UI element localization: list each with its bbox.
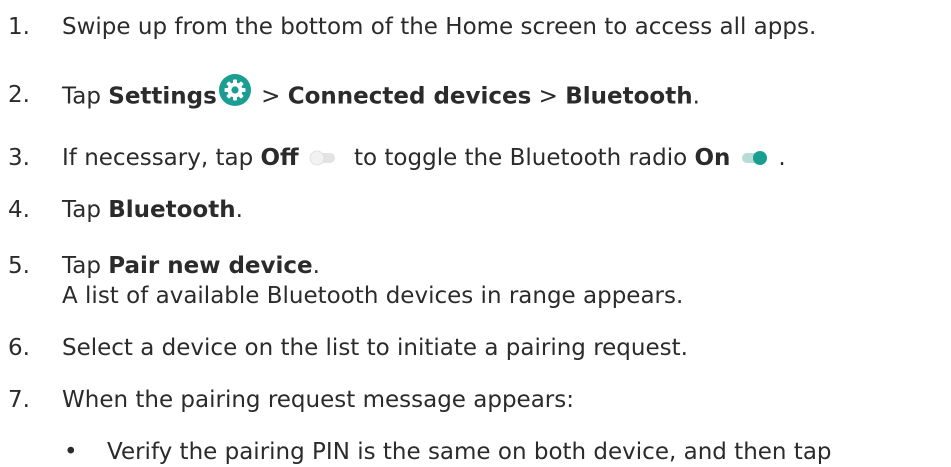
- gear-icon: [217, 74, 254, 114]
- toggle-off-icon: [299, 144, 347, 174]
- step-text: When the pairing request message appears…: [62, 387, 574, 413]
- step-continuation-text: A list of available Bluetooth devices in…: [62, 283, 684, 309]
- step-number: 6.: [8, 335, 30, 361]
- step-text: Swipe up from the bottom of the Home scr…: [62, 14, 817, 40]
- toggle-on-icon: [730, 144, 778, 174]
- off-label: Off: [260, 145, 299, 171]
- step-number: 3.: [8, 145, 30, 171]
- settings-label: Settings: [108, 83, 217, 110]
- bullet-symbol: •: [64, 439, 78, 465]
- step-number: 4.: [8, 197, 30, 223]
- step-number: 1.: [8, 14, 30, 40]
- on-label: On: [694, 145, 731, 171]
- step-number: 2.: [8, 82, 30, 108]
- step-text: Tap Settings > Connected devices > Bluet…: [62, 74, 700, 114]
- bluetooth-label: Bluetooth: [565, 83, 693, 110]
- pair-new-device-label: Pair new device: [108, 253, 313, 279]
- step-text: Tap Bluetooth.: [62, 197, 243, 223]
- step-text: If necessary, tap Off to toggle the Blue…: [62, 143, 786, 174]
- step-number: 7.: [8, 387, 30, 413]
- bullet-text: Verify the pairing PIN is the same on bo…: [107, 439, 832, 465]
- step-text: Select a device on the list to initiate …: [62, 335, 688, 361]
- connected-devices-label: Connected devices: [287, 83, 532, 110]
- step-number: 5.: [8, 253, 30, 279]
- bluetooth-label: Bluetooth: [108, 197, 236, 223]
- step-text: Tap Pair new device.: [62, 253, 320, 279]
